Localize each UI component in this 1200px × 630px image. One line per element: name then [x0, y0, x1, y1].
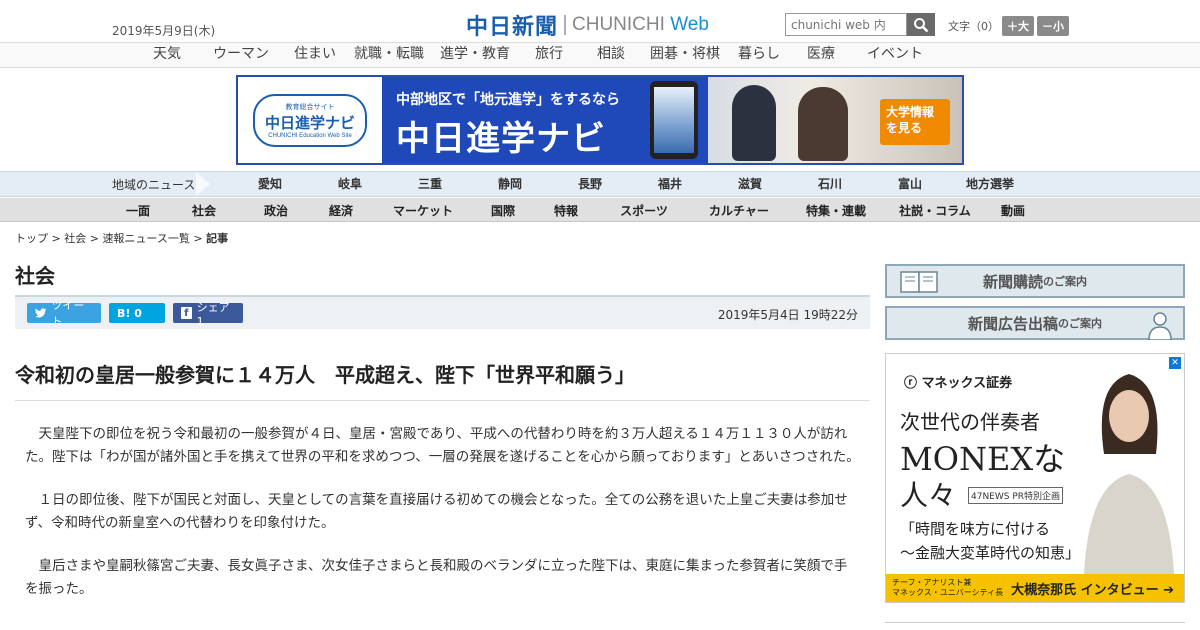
region-item-gifu[interactable]: 岐阜 [310, 175, 390, 192]
breadcrumb-society[interactable]: 社会 [64, 232, 86, 245]
ad-quote: 「時間を味方に付ける ～金融大変革時代の知恵」 [900, 520, 1081, 562]
region-item-toyama[interactable]: 富山 [870, 175, 950, 192]
facebook-icon: f [181, 307, 192, 319]
article-paragraph: １日の即位後、陛下が国民と対面し、天皇としての言葉を直接届ける初めての機会となっ… [25, 492, 848, 531]
region-item-aichi[interactable]: 愛知 [230, 175, 310, 192]
font-size-control: 文字（0） ＋大 －小 [948, 16, 1069, 36]
ad-brand: ⓡ マネックス証券 [904, 376, 1013, 391]
search-input[interactable] [785, 13, 907, 36]
nav-item-events[interactable]: イベント [852, 43, 938, 67]
nav-item-weather[interactable]: 天気 [136, 43, 198, 67]
category-video[interactable]: 動画 [991, 202, 1035, 219]
nav-item-consult[interactable]: 相談 [580, 43, 642, 67]
font-size-label: 文字（0） [948, 20, 999, 33]
category-international[interactable]: 国際 [477, 202, 529, 219]
region-item-mie[interactable]: 三重 [390, 175, 470, 192]
banner-cta-button[interactable]: 大学情報を見る [880, 99, 950, 145]
nav-item-medical[interactable]: 医療 [790, 43, 852, 67]
advertise-label: 新聞広告出稿 [967, 314, 1058, 333]
ad-pr-label: 47NEWS PR特別企画 [968, 487, 1064, 504]
arrow-right-icon [196, 172, 210, 196]
region-item-fukui[interactable]: 福井 [630, 175, 710, 192]
font-smaller-button[interactable]: －小 [1037, 16, 1069, 36]
ad-line1: 次世代の伴奏者 [900, 410, 1040, 434]
monex-logo-icon: ⓡ [904, 376, 918, 391]
search-button[interactable] [907, 13, 935, 36]
category-nav: 一面 社会 政治 経済 マーケット 国際 特報 スポーツ カルチャー 特集・連載… [0, 198, 1200, 222]
region-item-elections[interactable]: 地方選挙 [950, 175, 1030, 192]
publish-date: 2019年5月4日 19時22分 [717, 308, 858, 322]
article-main: トップ > 社会 > 速報ニュース一覧 > 記事 社会 ツイート B! 0 f … [15, 230, 870, 601]
sidebar-divider [885, 622, 1185, 623]
banner-logo: 教育総合サイト 中日進学ナビ CHUNICHI Education Web Si… [238, 77, 382, 163]
tweet-button[interactable]: ツイート [27, 299, 101, 328]
category-tokuho[interactable]: 特報 [529, 202, 603, 219]
nav-item-woman[interactable]: ウーマン [198, 43, 284, 67]
advertise-link[interactable]: 新聞広告出稿 のご案内 [885, 306, 1185, 340]
advertise-sub: のご案内 [1058, 317, 1102, 330]
twitter-icon [35, 308, 47, 318]
region-item-shizuoka[interactable]: 静岡 [470, 175, 550, 192]
category-sports[interactable]: スポーツ [603, 202, 685, 219]
ad-footer[interactable]: チーフ・アナリスト兼 マネックス・ユニバーシティ長 大槻奈那氏 インタビュー ➔ [886, 574, 1184, 602]
students-photo: 大学情報を見る [708, 77, 962, 163]
share-label: シェア 1 [196, 300, 230, 328]
nav-item-go-shogi[interactable]: 囲碁・将棋 [642, 43, 728, 67]
subscribe-sub: のご案内 [1043, 275, 1087, 288]
region-item-nagano[interactable]: 長野 [550, 175, 630, 192]
subscribe-link[interactable]: 新聞購読 のご案内 [885, 264, 1185, 298]
sidebar: 新聞購読 のご案内 新聞広告出稿 のご案内 [885, 264, 1185, 348]
category-economy[interactable]: 経済 [313, 202, 369, 219]
ad-line3: 人々 [900, 479, 957, 512]
search-icon [914, 17, 929, 32]
section-title: 社会 [15, 264, 55, 288]
person-icon [1148, 312, 1172, 340]
facebook-share-button[interactable]: f シェア 1 [173, 301, 243, 328]
category-market[interactable]: マーケット [369, 202, 477, 219]
logo-divider [564, 15, 567, 35]
nav-item-education[interactable]: 進学・教育 [432, 43, 518, 67]
breadcrumb-current: 記事 [206, 232, 229, 245]
current-date: 2019年5月9日(木) [112, 24, 216, 38]
nav-item-housing[interactable]: 住まい [284, 43, 346, 67]
site-search [785, 13, 935, 36]
region-item-ishikawa[interactable]: 石川 [790, 175, 870, 192]
tweet-label: ツイート [51, 299, 85, 328]
category-editorials[interactable]: 社説・コラム [879, 202, 991, 219]
article-paragraph: 天皇陛下の即位を祝う令和最初の一般参賀が４日、皇居・宮殿であり、平成への代替わり… [25, 426, 860, 465]
newspaper-icon [900, 271, 938, 293]
category-culture[interactable]: カルチャー [685, 202, 793, 219]
font-larger-button[interactable]: ＋大 [1002, 16, 1034, 36]
category-front[interactable]: 一面 [107, 202, 169, 219]
category-politics[interactable]: 政治 [239, 202, 313, 219]
breadcrumb-news-list[interactable]: 速報ニュース一覧 [102, 232, 189, 245]
hatena-bookmark-button[interactable]: B! 0 [109, 303, 165, 323]
logo-english: CHUNICHI Web [572, 14, 709, 35]
article-headline: 令和初の皇居一般参賀に１４万人 平成超え、陛下「世界平和願う」 [15, 359, 870, 401]
site-logo[interactable]: 中日新聞 CHUNICHI Web [466, 9, 709, 41]
nav-item-living[interactable]: 暮らし [728, 43, 790, 67]
nav-item-jobs[interactable]: 就職・転職 [346, 43, 432, 67]
breadcrumb-top[interactable]: トップ [15, 232, 48, 245]
share-bar: ツイート B! 0 f シェア 1 2019年5月4日 19時22分 [15, 295, 870, 329]
category-society[interactable]: 社会 [169, 202, 239, 219]
region-item-shiga[interactable]: 滋賀 [710, 175, 790, 192]
ad-banner-shingaku-navi[interactable]: 教育総合サイト 中日進学ナビ CHUNICHI Education Web Si… [236, 75, 964, 165]
smartphone-image [640, 77, 708, 163]
nav-item-travel[interactable]: 旅行 [518, 43, 580, 67]
subscribe-label: 新聞購読 [982, 272, 1043, 291]
logo-japanese: 中日新聞 [466, 14, 559, 40]
article-paragraph: 皇后さまや皇嗣秋篠宮ご夫妻、長女眞子さま、次女佳子さまらと長和殿のベランダに立っ… [25, 558, 848, 597]
ad-person-photo [1084, 374, 1174, 574]
category-features[interactable]: 特集・連載 [793, 202, 879, 219]
region-nav-label: 地域のニュース [112, 178, 196, 192]
breadcrumb: トップ > 社会 > 速報ニュース一覧 > 記事 [15, 232, 229, 245]
site-header: 2019年5月9日(木) 中日新聞 CHUNICHI Web 文字（0） ＋大 … [0, 0, 1200, 42]
ad-interview-link: 大槻奈那氏 インタビュー ➔ [1011, 582, 1175, 598]
service-nav: 天気 ウーマン 住まい 就職・転職 進学・教育 旅行 相談 囲碁・将棋 暮らし … [0, 42, 1200, 68]
monex-advertisement[interactable]: ✕ ⓡ マネックス証券 次世代の伴奏者 MONEXな 人々 47NEWS PR特… [885, 353, 1185, 603]
region-nav: 地域のニュース 愛知 岐阜 三重 静岡 長野 福井 滋賀 石川 富山 地方選挙 [0, 171, 1200, 197]
banner-headline: 中部地区で「地元進学」をするなら 中日進学ナビ [382, 77, 640, 163]
